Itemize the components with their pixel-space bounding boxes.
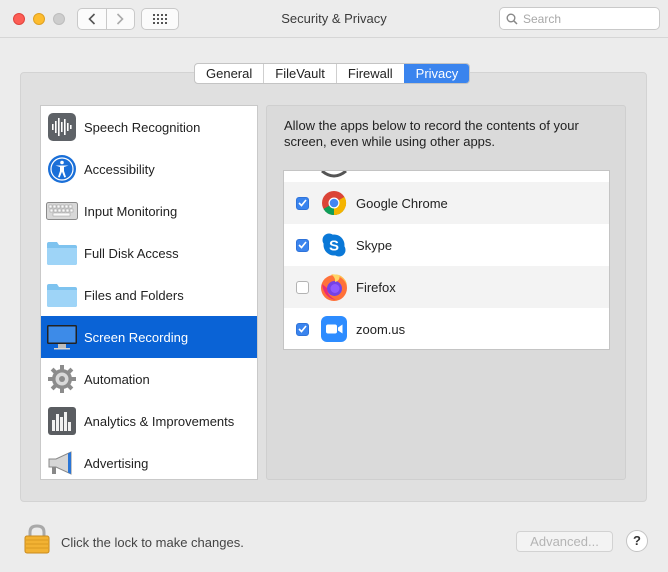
skype-icon: S: [319, 230, 349, 260]
sidebar-item-speech-recognition[interactable]: Speech Recognition: [41, 106, 257, 148]
app-permission-checkbox[interactable]: [296, 238, 309, 252]
tab-bar: General FileVault Firewall Privacy: [194, 63, 471, 84]
search-field[interactable]: [499, 7, 660, 30]
folder-icon: [45, 236, 79, 270]
advanced-button[interactable]: Advanced...: [516, 531, 613, 552]
display-icon: [45, 320, 79, 354]
list-item-firefox: Firefox: [284, 266, 609, 308]
lock-message: Click the lock to make changes.: [61, 535, 244, 550]
list-item-partial: [284, 171, 609, 182]
zoom-icon: [319, 314, 349, 344]
list-item-skype: S Skype: [284, 224, 609, 266]
tab-firewall[interactable]: Firewall: [335, 64, 404, 83]
lock-icon: [24, 524, 50, 554]
sidebar-item-advertising[interactable]: Advertising: [41, 442, 257, 479]
accessibility-icon: [45, 152, 79, 186]
sidebar-item-files-and-folders[interactable]: Files and Folders: [41, 274, 257, 316]
pane-description: Allow the apps below to record the conte…: [284, 118, 579, 149]
app-name: Skype: [356, 237, 393, 253]
keyboard-icon: [45, 194, 79, 228]
tab-general[interactable]: General: [195, 64, 263, 83]
search-input[interactable]: [523, 11, 653, 27]
megaphone-icon: [45, 446, 79, 479]
sidebar-item-label: Analytics & Improvements: [84, 413, 235, 429]
sidebar-item-label: Automation: [84, 371, 150, 387]
tab-privacy[interactable]: Privacy: [403, 64, 470, 83]
sidebar-item-label: Full Disk Access: [84, 245, 179, 261]
app-permission-checkbox[interactable]: [296, 322, 309, 336]
sidebar-item-label: Screen Recording: [84, 329, 189, 345]
sidebar-item-label: Input Monitoring: [84, 203, 178, 219]
app-permission-checkbox[interactable]: [296, 280, 309, 294]
sidebar-item-automation[interactable]: Automation: [41, 358, 257, 400]
app-list: Google Chrome S Skype Firefox zoom.us: [283, 170, 610, 350]
help-button[interactable]: ?: [626, 530, 648, 552]
app-name: zoom.us: [356, 321, 406, 337]
sidebar-item-input-monitoring[interactable]: Input Monitoring: [41, 190, 257, 232]
svg-text:S: S: [329, 238, 339, 255]
folder-icon: [45, 278, 79, 312]
waveform-icon: [45, 110, 79, 144]
sidebar-item-label: Accessibility: [84, 161, 155, 177]
chrome-icon: [319, 188, 349, 218]
checkmark-icon: [298, 241, 307, 249]
checkmark-icon: [298, 325, 307, 333]
gear-icon: [45, 362, 79, 396]
sidebar-item-label: Files and Folders: [84, 287, 184, 303]
tab-filevault[interactable]: FileVault: [263, 64, 336, 83]
sidebar-item-label: Speech Recognition: [84, 119, 201, 135]
sidebar-item-screen-recording[interactable]: Screen Recording: [41, 316, 257, 358]
lock-button[interactable]: [24, 524, 50, 554]
sidebar-item-full-disk-access[interactable]: Full Disk Access: [41, 232, 257, 274]
bar-chart-icon: [45, 404, 79, 438]
list-item-zoom: zoom.us: [284, 308, 609, 349]
app-permission-checkbox[interactable]: [296, 196, 309, 210]
sidebar-item-analytics[interactable]: Analytics & Improvements: [41, 400, 257, 442]
sidebar-item-accessibility[interactable]: Accessibility: [41, 148, 257, 190]
firefox-icon: [319, 272, 349, 302]
list-item-google-chrome: Google Chrome: [284, 182, 609, 224]
checkmark-icon: [298, 199, 307, 207]
app-name: Google Chrome: [356, 195, 448, 211]
privacy-category-list: Speech Recognition Accessibility Input M…: [40, 105, 258, 480]
app-name: Firefox: [356, 279, 396, 295]
sidebar-item-label: Advertising: [84, 455, 149, 471]
title-bar: Security & Privacy: [0, 0, 668, 38]
search-icon: [506, 13, 518, 25]
